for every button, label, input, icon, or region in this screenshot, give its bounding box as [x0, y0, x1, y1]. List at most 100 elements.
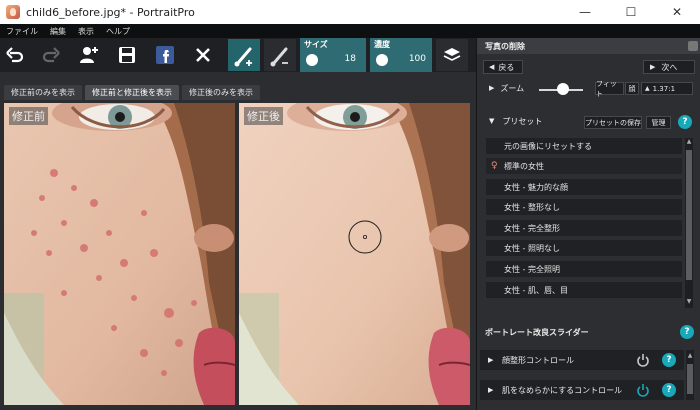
brush-minus-icon: [270, 47, 288, 67]
panel-header: 写真の削除: [477, 38, 700, 54]
scroll-up-icon[interactable]: ▲: [686, 138, 692, 146]
scroll-thumb[interactable]: [687, 364, 693, 394]
brush-size-knob[interactable]: [306, 54, 318, 66]
before-label: 修正前: [9, 107, 48, 125]
expand-arrow-icon: ▶: [488, 356, 494, 364]
undo-button[interactable]: [2, 42, 28, 68]
power-icon[interactable]: [636, 383, 650, 397]
brush-add-tool[interactable]: [228, 39, 260, 71]
skin-smooth-control[interactable]: ▶ 肌をなめらかにするコントロール ?: [480, 380, 684, 400]
menu-edit[interactable]: 編集: [50, 26, 66, 37]
tab-after-only[interactable]: 修正後のみを表示: [182, 85, 260, 100]
preset-item[interactable]: 女性 - 完全整形: [486, 220, 682, 237]
zoom-value: 1.37:1: [652, 84, 676, 93]
menu-help[interactable]: ヘルプ: [106, 26, 130, 37]
manage-presets-button[interactable]: 管理: [646, 116, 671, 129]
play-left-icon: ◀: [489, 63, 495, 71]
before-image[interactable]: 修正前: [4, 103, 235, 405]
next-button[interactable]: ▶ 次へ: [643, 60, 695, 74]
spinner-icon: ▲: [645, 85, 650, 92]
facebook-icon: [156, 46, 174, 64]
app-window: child6_before.jpg* - PortraitPro — ☐ ✕ フ…: [0, 0, 700, 410]
preset-scrollbar[interactable]: ▲ ▼: [685, 138, 693, 308]
zoom-toggle[interactable]: ▶ ズーム: [483, 81, 531, 95]
zoom-label: ズーム: [500, 83, 525, 93]
face-sculpt-help-icon[interactable]: ?: [662, 353, 676, 367]
scroll-up-icon[interactable]: ▲: [687, 352, 693, 360]
face-button[interactable]: 顔: [625, 82, 639, 95]
tab-before-after[interactable]: 修正前と修正後を表示: [85, 85, 179, 100]
sliders-header: ポートレート改良スライダー: [481, 323, 697, 341]
zoom-slider-knob[interactable]: [557, 83, 569, 95]
brush-size-label: サイズ: [304, 40, 328, 49]
save-preset-button[interactable]: プリセットの保存: [584, 116, 642, 129]
presets-help-icon[interactable]: ?: [678, 115, 692, 129]
save-button[interactable]: [114, 42, 140, 68]
preset-item-label: 標準の女性: [504, 161, 544, 171]
preset-list: 元の画像にリセットする ♀ 標準の女性 女性 - 魅力的な顔 女性 - 整形なし…: [486, 138, 682, 308]
after-image[interactable]: 修正後: [239, 103, 470, 405]
brush-size-value: 18: [344, 54, 356, 64]
close-icon: [196, 48, 210, 62]
brush-size-control[interactable]: サイズ 18: [300, 38, 366, 72]
minimize-button[interactable]: —: [562, 0, 608, 24]
expand-arrow-icon: ▶: [489, 84, 495, 92]
menu-bar: ファイル 編集 表示 ヘルプ: [0, 24, 700, 38]
preset-item-standard-female[interactable]: ♀ 標準の女性: [486, 158, 682, 175]
facebook-share-button[interactable]: [152, 42, 178, 68]
power-icon[interactable]: [636, 353, 650, 367]
close-image-button[interactable]: [190, 42, 216, 68]
fit-button[interactable]: フィット: [595, 80, 624, 98]
maximize-button[interactable]: ☐: [608, 0, 654, 24]
after-photo: [239, 103, 470, 405]
preset-item[interactable]: 女性 - 照明なし: [486, 240, 682, 257]
add-person-icon: [80, 47, 98, 63]
redo-icon: [42, 47, 60, 63]
zoom-value-field[interactable]: ▲ 1.37:1: [641, 82, 693, 95]
panel-title: 写真の削除: [485, 41, 525, 51]
menu-file[interactable]: ファイル: [6, 26, 38, 37]
scroll-thumb[interactable]: [686, 150, 692, 280]
skin-smooth-label: 肌をなめらかにするコントロール: [502, 385, 623, 395]
collapse-arrow-icon[interactable]: ▼: [489, 117, 494, 125]
next-label: 次へ: [661, 62, 678, 72]
brush-density-knob[interactable]: [376, 54, 388, 66]
close-window-button[interactable]: ✕: [654, 0, 700, 24]
brush-density-control[interactable]: 濃度 100: [370, 38, 432, 72]
sliders-help-icon[interactable]: ?: [680, 325, 694, 339]
view-tabs: 修正前のみを表示 修正前と修正後を表示 修正後のみを表示: [0, 83, 476, 100]
scroll-down-icon[interactable]: ▼: [686, 298, 692, 306]
preset-item[interactable]: 女性 - 整形なし: [486, 199, 682, 216]
layers-icon: [443, 48, 461, 61]
portraitpro-logo-icon: [6, 5, 20, 19]
back-label: 戻る: [498, 62, 515, 72]
undo-icon: [6, 47, 24, 63]
play-right-icon: ▶: [650, 63, 656, 71]
skin-smooth-help-icon[interactable]: ?: [662, 383, 676, 397]
toolbar: サイズ 18 濃度 100: [0, 38, 476, 72]
window-title: child6_before.jpg* - PortraitPro: [26, 5, 195, 19]
save-icon: [119, 47, 135, 63]
female-icon: ♀: [491, 161, 498, 171]
preset-item-reset[interactable]: 元の画像にリセットする: [486, 138, 682, 155]
preset-item[interactable]: 女性 - 完全照明: [486, 261, 682, 278]
face-sculpt-label: 顔整形コントロール: [502, 355, 574, 365]
preset-item[interactable]: 女性 - 魅力的な顔: [486, 179, 682, 196]
face-sculpt-control[interactable]: ▶ 顔整形コントロール ?: [480, 350, 684, 370]
layers-button[interactable]: [436, 39, 468, 71]
title-bar: child6_before.jpg* - PortraitPro — ☐ ✕: [0, 0, 700, 24]
sliders-title: ポートレート改良スライダー: [485, 327, 589, 337]
redo-button[interactable]: [38, 42, 64, 68]
back-button[interactable]: ◀ 戻る: [483, 60, 523, 74]
slider-scrollbar[interactable]: ▲: [686, 350, 694, 400]
add-person-button[interactable]: [76, 42, 102, 68]
menu-view[interactable]: 表示: [78, 26, 94, 37]
expand-arrow-icon: ▶: [488, 386, 494, 394]
preset-item[interactable]: 女性 - 肌、唇、目: [486, 282, 682, 299]
brush-remove-tool[interactable]: [264, 39, 296, 71]
tab-before-only[interactable]: 修正前のみを表示: [4, 85, 82, 100]
pin-panel-icon[interactable]: [688, 41, 698, 51]
brush-density-label: 濃度: [374, 40, 390, 49]
brush-plus-icon: [234, 47, 252, 67]
brush-density-value: 100: [408, 54, 426, 64]
